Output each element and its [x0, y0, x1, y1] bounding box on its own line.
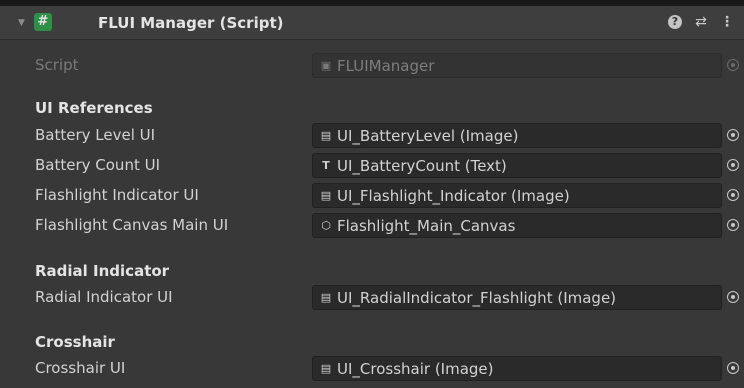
field-flashlight-canvas-main-ui[interactable]: ⬡ Flashlight_Main_Canvas: [312, 213, 722, 238]
field-label-crosshair: Crosshair UI: [35, 359, 126, 377]
script-label: Script: [35, 56, 79, 74]
gameobject-icon: ⬡: [321, 219, 331, 232]
script-picker-icon: [727, 59, 739, 71]
field-flashlight-indicator-ui[interactable]: ▤ UI_Flashlight_Indicator (Image): [312, 183, 722, 208]
help-icon[interactable]: ?: [668, 15, 682, 29]
image-icon: ▤: [320, 291, 332, 304]
field-battery-count-ui[interactable]: T UI_BatteryCount (Text): [312, 153, 722, 178]
field-label-battery-level: Battery Level UI: [35, 126, 156, 144]
image-icon: ▤: [320, 189, 332, 202]
section-header-radial-indicator: Radial Indicator: [35, 262, 170, 280]
component-enabled-checkbox[interactable]: #: [34, 13, 52, 31]
object-picker-icon[interactable]: [727, 219, 739, 231]
component-title: FLUI Manager (Script): [98, 14, 284, 32]
field-value: UI_RadialIndicator_Flashlight (Image): [337, 289, 617, 307]
image-icon: ▤: [320, 129, 332, 142]
field-value: Flashlight_Main_Canvas: [337, 217, 516, 235]
field-value: UI_BatteryLevel (Image): [337, 127, 519, 145]
image-icon: ▤: [320, 362, 332, 375]
field-label-flashlight-canvas-main: Flashlight Canvas Main UI: [35, 216, 229, 234]
object-picker-icon[interactable]: [727, 291, 739, 303]
field-label-radial-indicator: Radial Indicator UI: [35, 288, 173, 306]
section-header-ui-references: UI References: [35, 99, 153, 117]
foldout-arrow-icon[interactable]: ▼: [18, 18, 25, 28]
presets-icon[interactable]: ⇄: [693, 14, 709, 30]
component-header[interactable]: ▼ # FLUI Manager (Script) ? ⇄ ⋮: [0, 6, 744, 40]
field-crosshair-ui[interactable]: ▤ UI_Crosshair (Image): [312, 356, 722, 381]
script-field: ▣ FLUIManager: [312, 53, 722, 78]
object-picker-icon[interactable]: [727, 159, 739, 171]
context-menu-icon[interactable]: ⋮: [719, 14, 735, 30]
text-icon: T: [322, 159, 330, 172]
object-picker-icon[interactable]: [727, 362, 739, 374]
script-value: FLUIManager: [337, 57, 435, 75]
object-picker-icon[interactable]: [727, 129, 739, 141]
field-radial-indicator-ui[interactable]: ▤ UI_RadialIndicator_Flashlight (Image): [312, 285, 722, 310]
field-value: UI_Crosshair (Image): [337, 360, 494, 378]
field-label-flashlight-indicator: Flashlight Indicator UI: [35, 186, 199, 204]
field-battery-level-ui[interactable]: ▤ UI_BatteryLevel (Image): [312, 123, 722, 148]
field-value: UI_BatteryCount (Text): [337, 157, 507, 175]
section-header-crosshair: Crosshair: [35, 333, 115, 351]
script-file-icon: ▣: [320, 59, 332, 72]
script-hash-icon: #: [37, 14, 49, 29]
field-value: UI_Flashlight_Indicator (Image): [337, 187, 570, 205]
field-label-battery-count: Battery Count UI: [35, 156, 161, 174]
object-picker-icon[interactable]: [727, 189, 739, 201]
